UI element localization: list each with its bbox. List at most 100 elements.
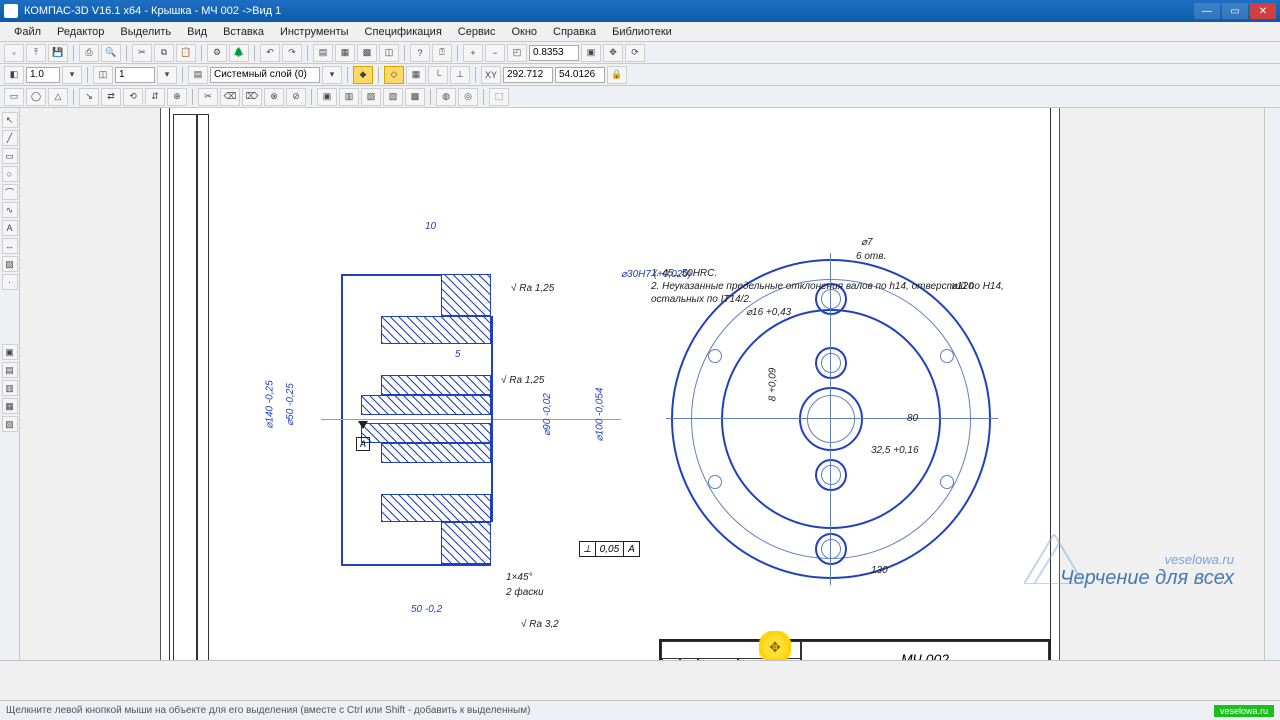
ed4-icon[interactable]: ⇵ xyxy=(145,88,165,106)
lt-select-icon[interactable]: ↖ xyxy=(2,112,18,128)
xy-icon[interactable]: XY xyxy=(481,66,501,84)
minimize-button[interactable]: — xyxy=(1194,3,1220,19)
lt-grp3-icon[interactable]: ▥ xyxy=(2,380,18,396)
lock-icon[interactable]: 🔒 xyxy=(607,66,627,84)
drop2-icon[interactable]: ▾ xyxy=(157,66,177,84)
drop1-icon[interactable]: ▾ xyxy=(62,66,82,84)
ed13-icon[interactable]: ▧ xyxy=(361,88,381,106)
lt-arc-icon[interactable]: ⌒ xyxy=(2,184,18,200)
page-field[interactable] xyxy=(115,67,155,83)
sel1-icon[interactable]: ▭ xyxy=(4,88,24,106)
toolbar-row-2: ◧ ▾ ◫ ▾ ▤ Системный слой (0) ▾ ◆ ◇ ▦ └ ⊥… xyxy=(0,64,1280,86)
menu-insert[interactable]: Вставка xyxy=(215,24,272,40)
lt-text-icon[interactable]: A xyxy=(2,220,18,236)
right-scrollbar[interactable] xyxy=(1264,108,1280,660)
lt-point-icon[interactable]: · xyxy=(2,274,18,290)
ed5-icon[interactable]: ⊕ xyxy=(167,88,187,106)
zoomwin-icon[interactable]: ◰ xyxy=(507,44,527,62)
btn-c[interactable]: ◫ xyxy=(379,44,399,62)
lt-grp5-icon[interactable]: ▧ xyxy=(2,416,18,432)
menu-select[interactable]: Выделить xyxy=(112,24,179,40)
drawing-canvas[interactable]: A ⌀140 -0,25 ⌀50 -0,25 10 5 √ Ra 1,25 √ … xyxy=(20,108,1264,660)
lt-grp2-icon[interactable]: ▤ xyxy=(2,362,18,378)
ed18-icon[interactable]: ⬚ xyxy=(489,88,509,106)
dim-d50: ⌀50 -0,25 xyxy=(285,383,296,426)
coord-x-field[interactable] xyxy=(503,67,553,83)
zoomout-icon[interactable]: − xyxy=(485,44,505,62)
tree-icon[interactable]: 🌲 xyxy=(229,44,249,62)
print-icon[interactable]: ⎙ xyxy=(79,44,99,62)
lt-grp4-icon[interactable]: ▦ xyxy=(2,398,18,414)
layer-icon[interactable]: ▤ xyxy=(188,66,208,84)
ed2-icon[interactable]: ⇄ xyxy=(101,88,121,106)
lt-spline-icon[interactable]: ∿ xyxy=(2,202,18,218)
menu-view[interactable]: Вид xyxy=(179,24,215,40)
refresh-icon[interactable]: ⟳ xyxy=(625,44,645,62)
grid-icon[interactable]: ▦ xyxy=(406,66,426,84)
pan-icon[interactable]: ✥ xyxy=(603,44,623,62)
ed9-icon[interactable]: ⊗ xyxy=(264,88,284,106)
btn-b[interactable]: ▩ xyxy=(357,44,377,62)
layer-dropdown[interactable]: Системный слой (0) xyxy=(210,67,320,83)
ed8-icon[interactable]: ⌦ xyxy=(242,88,262,106)
paste-icon[interactable]: 📋 xyxy=(176,44,196,62)
btn-a[interactable]: ▦ xyxy=(335,44,355,62)
ed12-icon[interactable]: ▥ xyxy=(339,88,359,106)
menu-service[interactable]: Сервис xyxy=(450,24,504,40)
menu-spec[interactable]: Спецификация xyxy=(357,24,450,40)
ed1-icon[interactable]: ↘ xyxy=(79,88,99,106)
ed14-icon[interactable]: ▨ xyxy=(383,88,403,106)
lt-dim-icon[interactable]: ↔ xyxy=(2,238,18,254)
cut-icon[interactable]: ✂ xyxy=(132,44,152,62)
menu-edit[interactable]: Редактор xyxy=(49,24,112,40)
ed6-icon[interactable]: ✂ xyxy=(198,88,218,106)
lt-hatch-icon[interactable]: ▨ xyxy=(2,256,18,272)
dim-130: 130 xyxy=(871,565,888,576)
new-icon[interactable]: ▫ xyxy=(4,44,24,62)
coord-y-field[interactable] xyxy=(555,67,605,83)
menu-window[interactable]: Окно xyxy=(503,24,545,40)
maximize-button[interactable]: ▭ xyxy=(1222,3,1248,19)
menu-tools[interactable]: Инструменты xyxy=(272,24,357,40)
redo-icon[interactable]: ↷ xyxy=(282,44,302,62)
ed10-icon[interactable]: ⊘ xyxy=(286,88,306,106)
zoomfit-icon[interactable]: ▣ xyxy=(581,44,601,62)
help-icon[interactable]: ? xyxy=(410,44,430,62)
sel3-icon[interactable]: △ xyxy=(48,88,68,106)
ed15-icon[interactable]: ▩ xyxy=(405,88,425,106)
ed11-icon[interactable]: ▣ xyxy=(317,88,337,106)
ed3-icon[interactable]: ⟲ xyxy=(123,88,143,106)
lt-rect-icon[interactable]: ▭ xyxy=(2,148,18,164)
drop3-icon[interactable]: ▾ xyxy=(322,66,342,84)
copy-icon[interactable]: ⧉ xyxy=(154,44,174,62)
ed16-icon[interactable]: ◍ xyxy=(436,88,456,106)
scale-field[interactable] xyxy=(26,67,60,83)
props-icon[interactable]: ⚙ xyxy=(207,44,227,62)
save-icon[interactable]: 💾 xyxy=(48,44,68,62)
ortho-icon[interactable]: └ xyxy=(428,66,448,84)
preview-icon[interactable]: 🔍 xyxy=(101,44,121,62)
layers-icon[interactable]: ▤ xyxy=(313,44,333,62)
menu-libs[interactable]: Библиотеки xyxy=(604,24,680,40)
menu-help[interactable]: Справка xyxy=(545,24,604,40)
dim-d7: ⌀7 xyxy=(861,237,873,248)
whatsthis-icon[interactable]: ⍰ xyxy=(432,44,452,62)
menu-file[interactable]: Файл xyxy=(6,24,49,40)
snap1-icon[interactable]: ◆ xyxy=(353,66,373,84)
open-icon[interactable]: ⤒ xyxy=(26,44,46,62)
dim-d16: ⌀16 +0,43 xyxy=(746,307,791,318)
undo-icon[interactable]: ↶ xyxy=(260,44,280,62)
view-icon[interactable]: ◫ xyxy=(93,66,113,84)
ed7-icon[interactable]: ⌫ xyxy=(220,88,240,106)
lt-grp1-icon[interactable]: ▣ xyxy=(2,344,18,360)
sel2-icon[interactable]: ◯ xyxy=(26,88,46,106)
lt-circle-icon[interactable]: ○ xyxy=(2,166,18,182)
close-button[interactable]: ✕ xyxy=(1250,3,1276,19)
snap2-icon[interactable]: ◇ xyxy=(384,66,404,84)
zoomin-icon[interactable]: + xyxy=(463,44,483,62)
lt-line-icon[interactable]: ╱ xyxy=(2,130,18,146)
ed17-icon[interactable]: ◎ xyxy=(458,88,478,106)
state-icon[interactable]: ◧ xyxy=(4,66,24,84)
zoom-field[interactable] xyxy=(529,45,579,61)
snap3-icon[interactable]: ⊥ xyxy=(450,66,470,84)
